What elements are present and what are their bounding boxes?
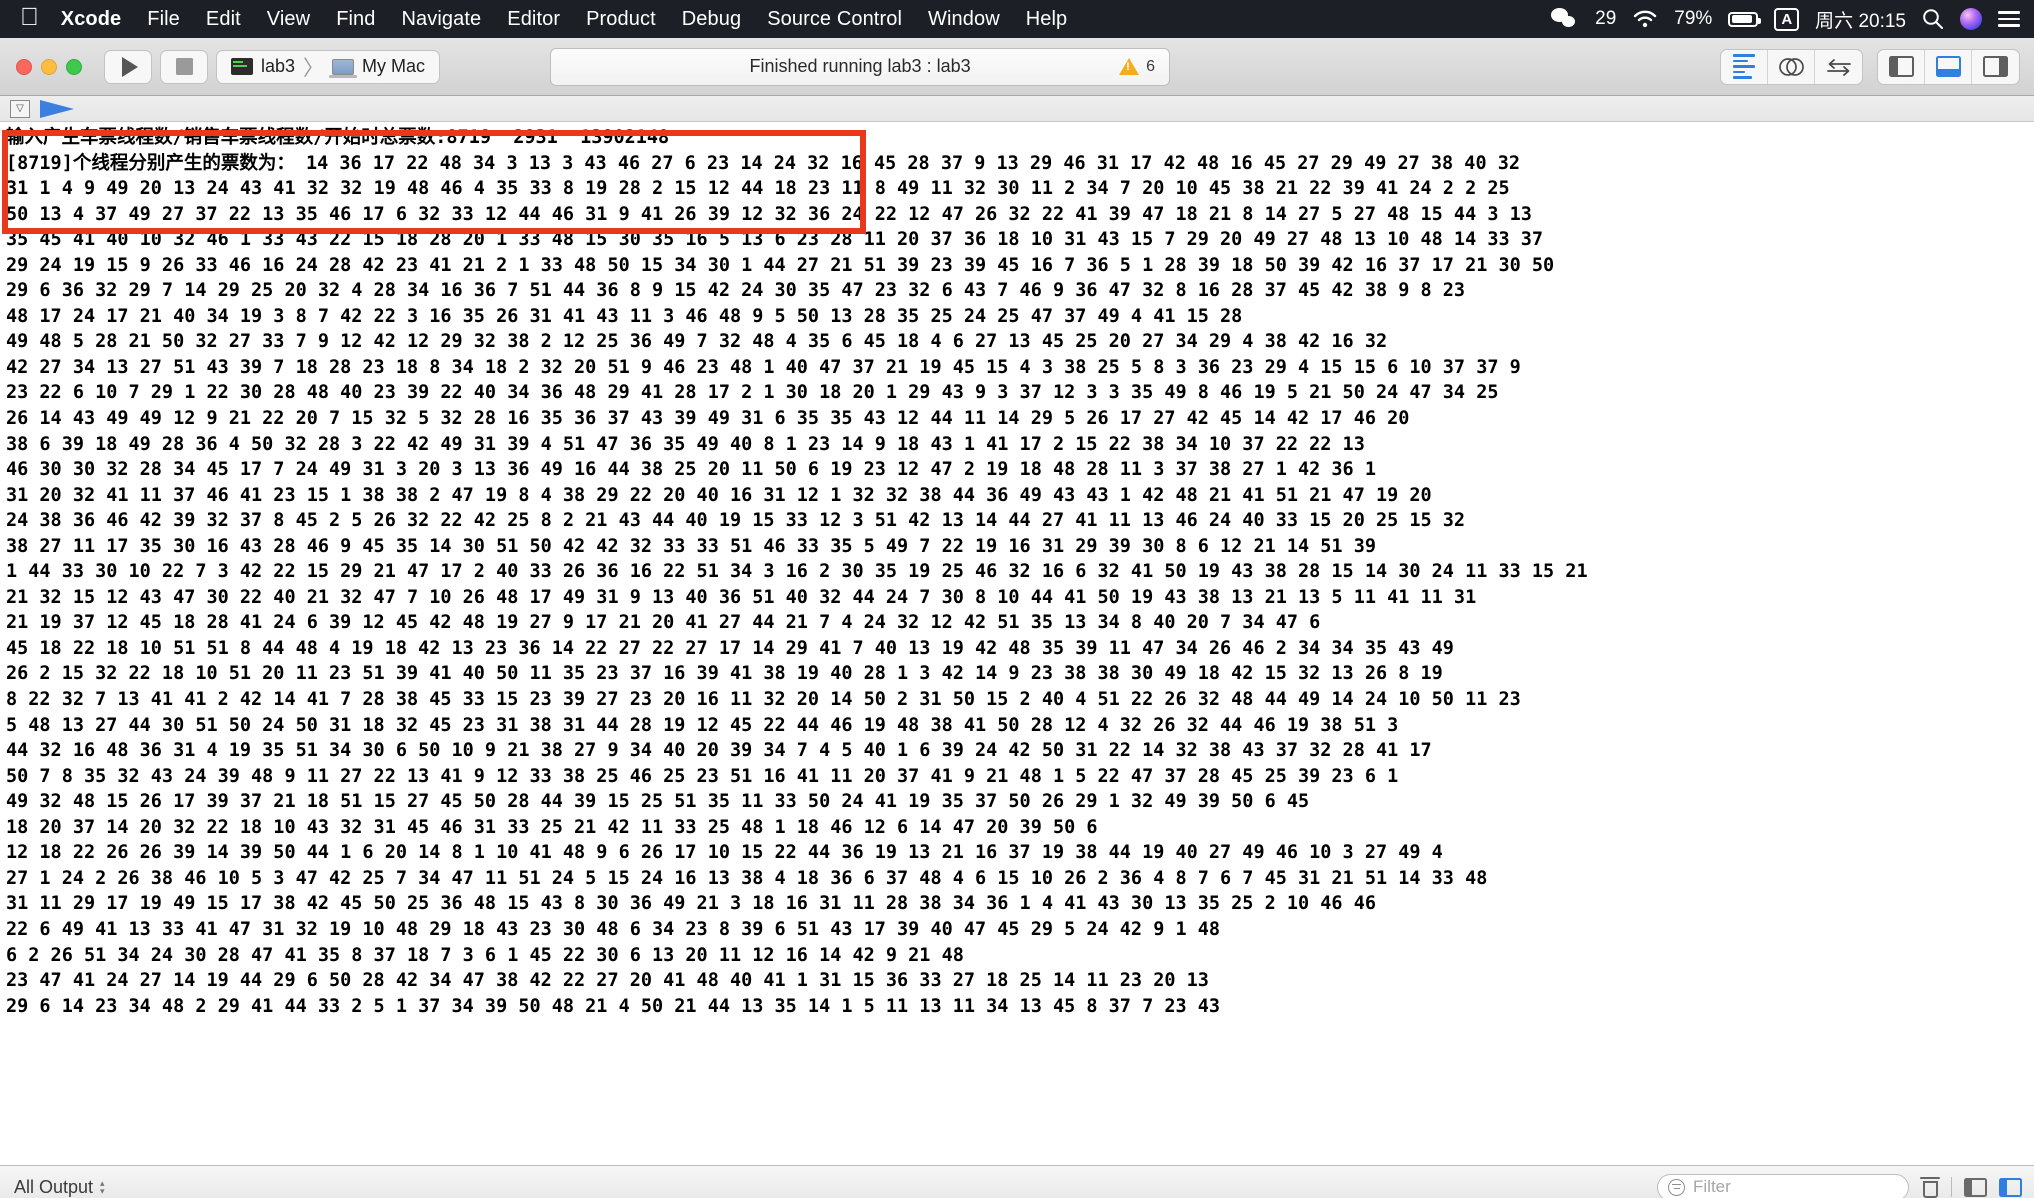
control-center-icon[interactable] [1998,11,2020,27]
play-icon [122,56,138,77]
clear-console-button[interactable] [1920,1176,1940,1198]
battery-percent-label: 79% [1674,8,1713,29]
bottom-panel-icon [1935,56,1961,77]
minimize-window-button[interactable] [41,58,57,75]
menu-item-debug[interactable]: Debug [682,8,741,31]
panel-toggle-group [1877,48,2020,85]
show-console-view-button[interactable] [1999,1177,2022,1197]
arrows-swap-icon [1826,58,1851,76]
version-editor-button[interactable] [1815,50,1862,84]
apple-logo-icon[interactable]:  [20,5,39,30]
stop-icon [175,58,193,75]
activity-status-bar[interactable]: Finished running lab3 : lab3 6 [550,47,1171,86]
console-bottom-bar: All Output ▴ ▾ Filter [0,1165,2034,1198]
chevron-right-icon: 〉 [303,56,325,80]
xcode-toolbar: lab3 〉 My Mac Finished running lab3 : la… [0,38,2034,96]
zoom-window-button[interactable] [66,58,82,75]
assistant-editor-button[interactable] [1768,49,1815,84]
menu-item-file[interactable]: File [147,8,180,31]
search-icon[interactable] [1922,8,1944,30]
right-panel-icon [1983,56,2008,77]
menu-item-view[interactable]: View [267,8,310,31]
scheme-name-label: lab3 [261,56,296,76]
menu-item-navigate[interactable]: Navigate [402,8,482,31]
overlap-circles-icon [1779,57,1804,76]
left-panel-icon [1888,56,1914,77]
jump-bar-dropdown-icon[interactable]: ▽ [10,99,30,118]
menu-bar-clock[interactable]: 周六 20:15 [1815,6,1906,33]
editor-mode-group [1720,48,1863,85]
destination-label: My Mac [362,56,426,76]
wifi-icon[interactable] [1632,9,1658,29]
blue-flag-icon[interactable] [40,99,74,118]
warning-indicator[interactable]: 6 [1119,58,1155,76]
status-message: Finished running lab3 : lab3 [749,56,971,76]
wechat-unread-count: 29 [1595,8,1617,29]
wechat-icon[interactable] [1551,8,1579,30]
warning-triangle-icon [1119,58,1140,75]
close-window-button[interactable] [16,58,32,75]
filter-input[interactable]: Filter [1657,1173,1909,1198]
toggle-inspector-button[interactable] [1972,50,2019,84]
filter-icon [1668,1178,1685,1196]
console-jump-bar: ▽ [0,96,2034,122]
menu-item-editor[interactable]: Editor [507,8,560,31]
toggle-navigator-button[interactable] [1878,49,1925,84]
show-variables-view-button[interactable] [1964,1177,1987,1197]
project-icon [231,58,253,75]
bottom-bar-right-controls: Filter [1657,1173,2022,1198]
menu-item-find[interactable]: Find [336,8,375,31]
menu-item-window[interactable]: Window [928,8,1000,31]
output-scope-selector[interactable]: All Output ▴ ▾ [14,1177,105,1198]
macos-menu-bar:  Xcode File Edit View Find Navigate Edi… [0,0,2034,38]
toggle-debug-area-button[interactable] [1925,49,1972,84]
menu-item-help[interactable]: Help [1026,8,1068,31]
menu-item-edit[interactable]: Edit [206,8,241,31]
filter-placeholder: Filter [1693,1177,1731,1196]
menu-item-source-control[interactable]: Source Control [767,8,902,31]
lines-icon [1733,54,1755,79]
standard-editor-button[interactable] [1721,49,1768,84]
divider [1951,1177,1952,1197]
console-output-area[interactable]: 输入产生车票线程数/销售车票线程数/开始时总票数:8719 2931 13902… [0,122,2034,1165]
menu-item-xcode[interactable]: Xcode [61,8,122,31]
toolbar-right-controls [1720,48,2020,85]
menu-bar-status-items: 29 79% A 周六 20:15 [1551,6,2020,33]
console-text: 输入产生车票线程数/销售车票线程数/开始时总票数:8719 2931 13902… [6,127,1588,1017]
run-button[interactable] [104,49,152,84]
scheme-selector[interactable]: lab3 〉 My Mac [216,49,441,84]
input-source-icon[interactable]: A [1774,7,1800,31]
warning-count: 6 [1146,57,1156,75]
siri-icon[interactable] [1960,8,1982,30]
output-scope-label: All Output [14,1176,94,1197]
chevron-updown-icon: ▴ ▾ [100,1178,105,1196]
stop-button[interactable] [160,49,208,84]
menu-item-product[interactable]: Product [586,8,656,31]
battery-icon[interactable] [1728,11,1762,27]
mac-device-icon [329,58,358,78]
window-traffic-lights [16,58,82,75]
